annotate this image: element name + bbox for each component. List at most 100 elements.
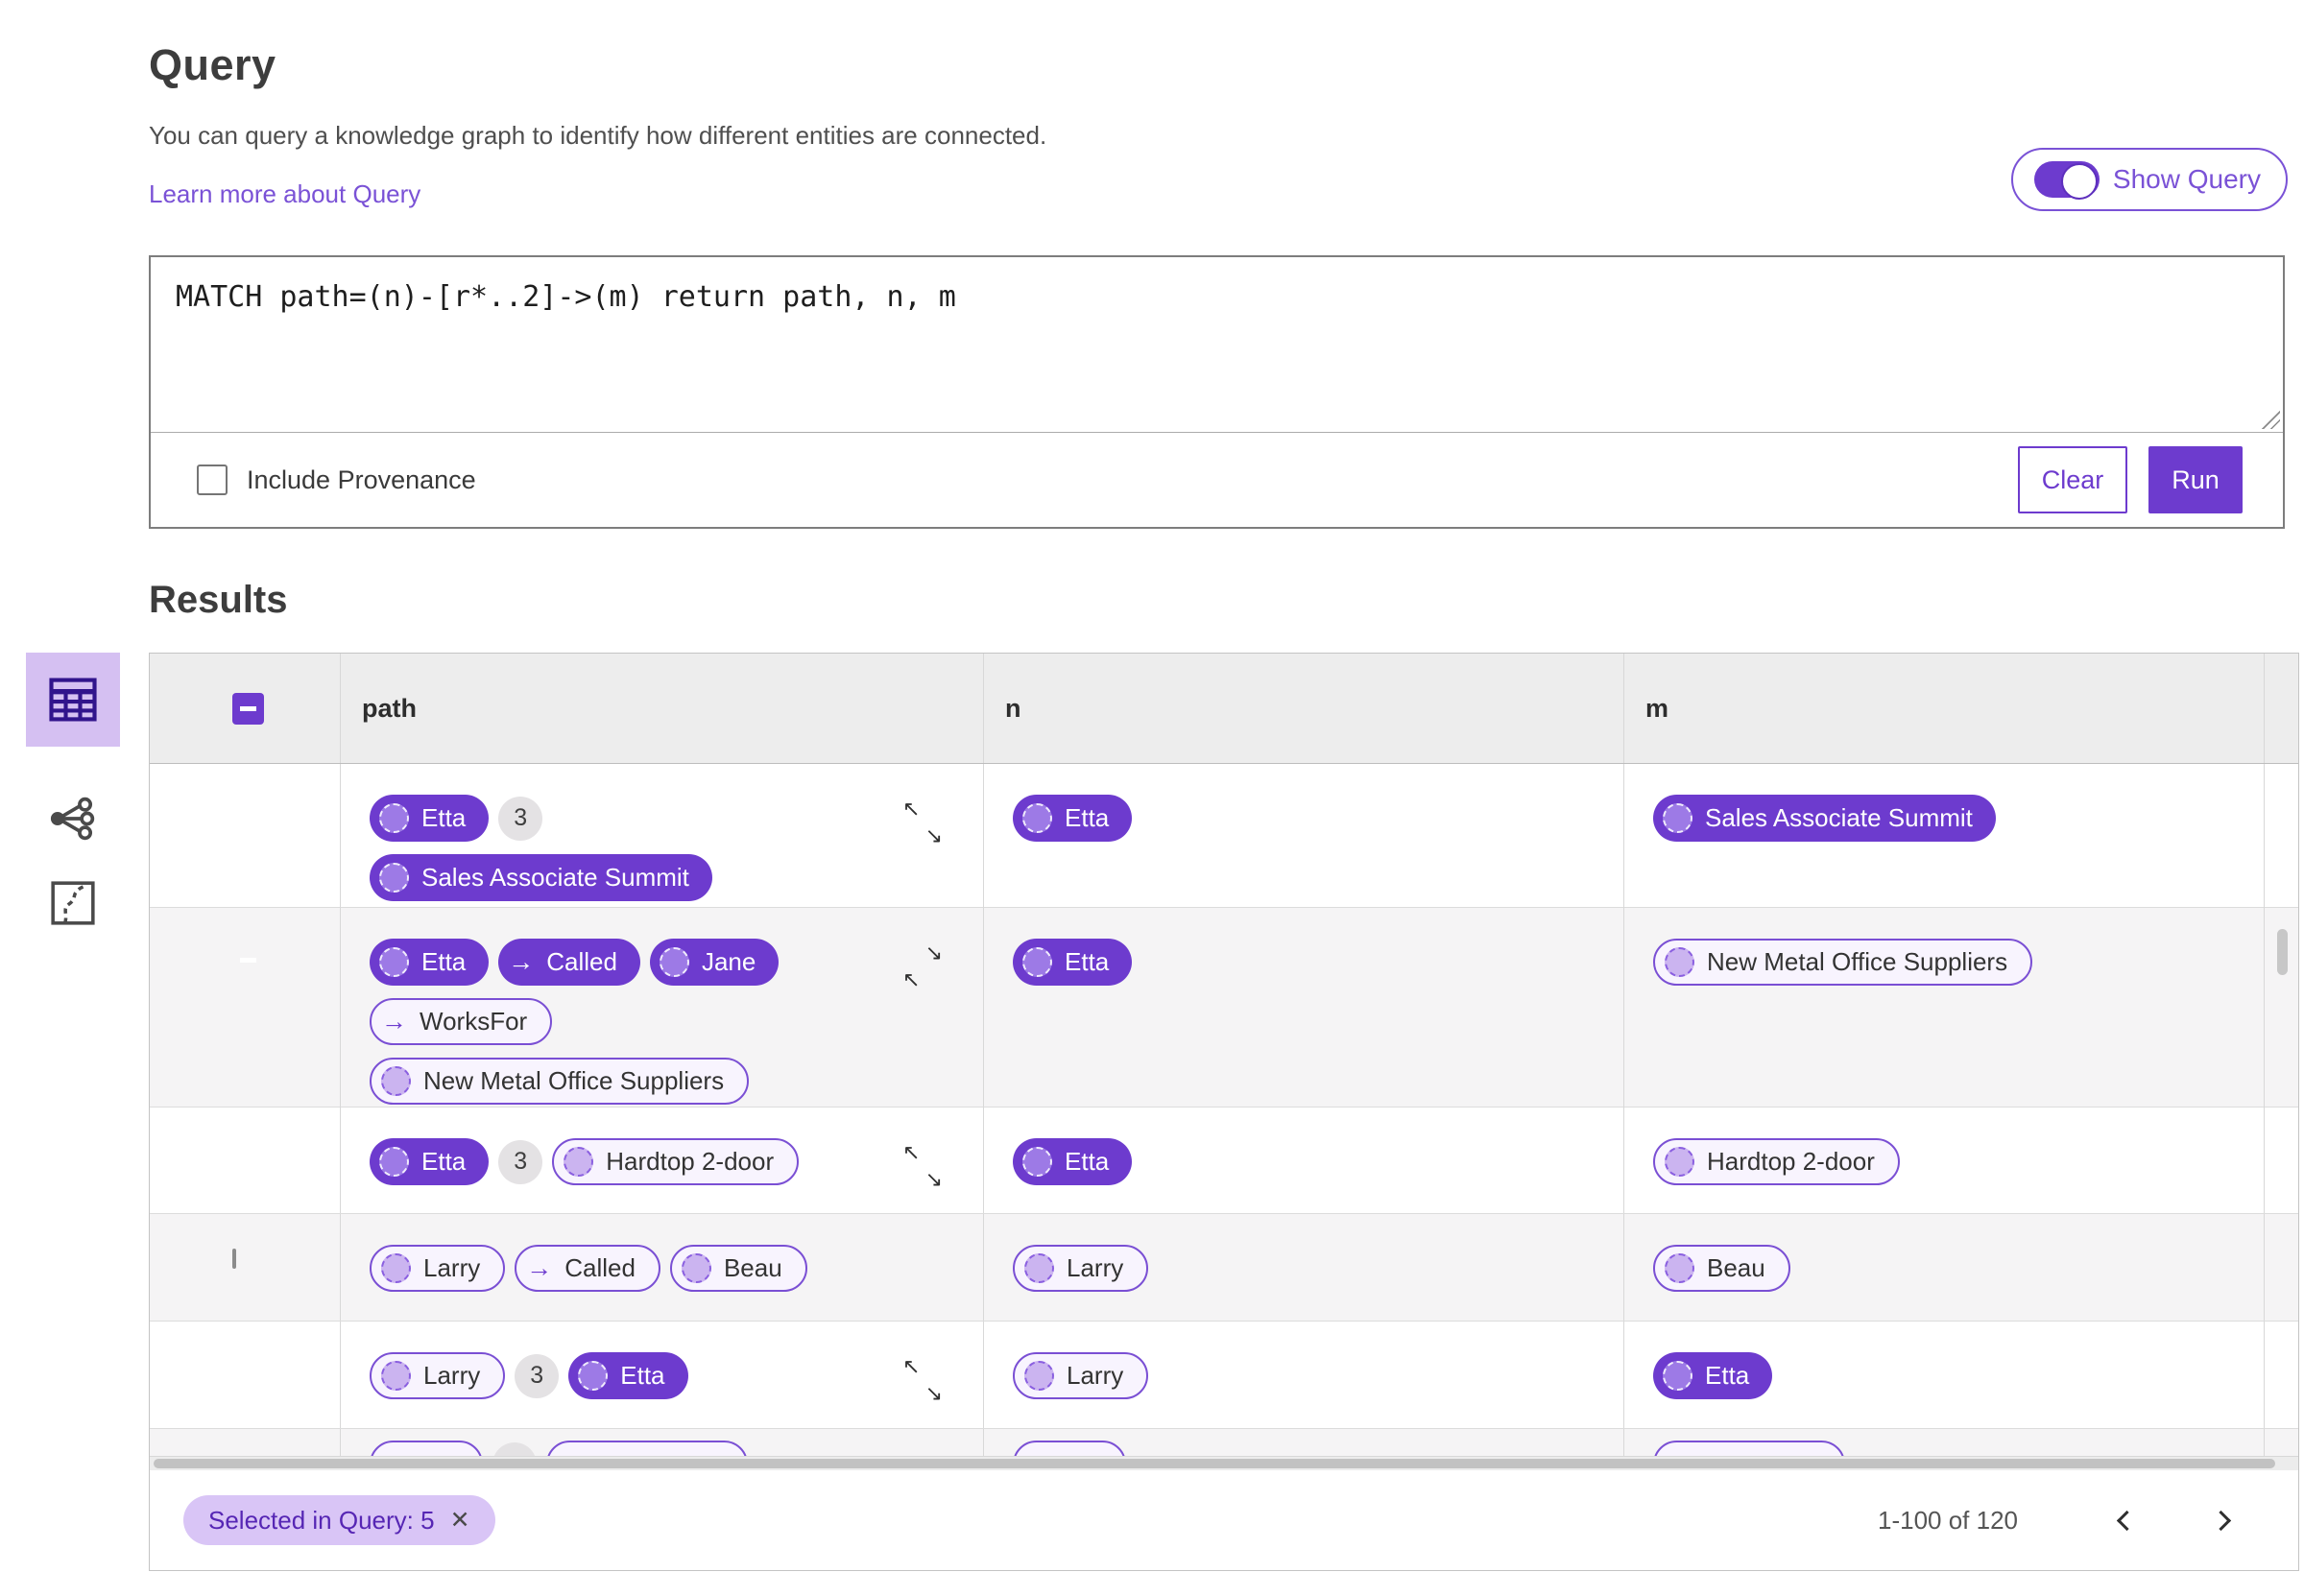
horizontal-scrollbar-thumb[interactable] [154,1459,2275,1468]
count-badge[interactable] [492,1441,537,1456]
node-pill[interactable]: Etta [370,939,490,986]
count-badge[interactable]: 3 [498,796,543,841]
node-circle-icon [1663,1361,1692,1391]
horizontal-scrollbar[interactable] [150,1456,2298,1470]
pill-label: Etta [620,1361,665,1390]
pill-line: Sales Associate Summit [1653,795,2264,842]
pill-line: Hardtop 2-door [1653,1138,2264,1185]
node-pill[interactable]: Larry [1013,1245,1149,1292]
query-input[interactable]: MATCH path=(n)-[r*..2]->(m) return path,… [151,257,2283,433]
pill-line [1653,1441,2264,1456]
expand-icon[interactable]: ↖ ↘ [902,798,947,846]
node-circle-icon [564,1147,594,1177]
node-pill[interactable]: New Metal Office Suppliers [370,1058,750,1105]
pill-label: Hardtop 2-door [1707,1147,1875,1176]
pill-label: Beau [1707,1253,1765,1282]
pill-label: Etta [421,947,467,976]
collapse-icon[interactable]: ↘ ↖ [902,942,947,990]
run-button[interactable]: Run [2148,446,2243,513]
resize-handle-icon[interactable] [2261,410,2280,429]
pill-label: Etta [1065,1147,1110,1176]
table-cell [984,1429,1624,1456]
node-pill[interactable]: Etta [1653,1352,1773,1399]
row-select-cell [150,908,341,1117]
expand-icon[interactable]: ↖ ↘ [902,1356,947,1404]
node-pill[interactable]: Larry [370,1245,506,1292]
include-provenance-checkbox[interactable] [197,465,228,495]
table-cell: Etta [984,1108,1624,1213]
node-pill[interactable] [546,1441,748,1456]
pill-label: Jane [701,947,756,976]
node-pill[interactable] [1013,1441,1126,1456]
node-pill[interactable]: Etta [1013,939,1133,986]
table-cell: Larry [984,1322,1624,1428]
edge-pill[interactable]: → Called [515,1245,660,1292]
chevron-left-icon [2116,1510,2137,1531]
scrollbar-gutter-cell [2265,764,2297,914]
table-row: Etta 3 Sales Associate Summit ↖ ↘ Etta Sales A… [150,764,2298,914]
results-table: path n m Etta 3 Sales Associate Summit ↖ ↘ Et… [149,653,2299,1571]
pill-label: New Metal Office Suppliers [1707,947,2008,976]
node-circle-icon [1665,1253,1694,1283]
show-query-toggle-button[interactable]: Show Query [2010,148,2288,211]
node-pill[interactable]: Sales Associate Summit [1653,795,1996,842]
table-cell: Sales Associate Summit [1624,764,2265,914]
table-cell: Larry [984,1214,1624,1321]
table-row: Larry 3 Etta ↖ ↘ Larry Etta [150,1322,2298,1429]
results-title: Results [149,579,288,621]
map-icon [51,881,95,925]
query-editor: MATCH path=(n)-[r*..2]->(m) return path,… [149,255,2285,529]
select-all-checkbox[interactable] [232,692,264,725]
node-pill[interactable]: Hardtop 2-door [1653,1138,1900,1185]
node-circle-icon [379,1147,409,1177]
pill-label: Larry [1067,1361,1124,1390]
column-header-m: m [1624,654,2265,763]
row-select-cell [150,1322,341,1428]
graph-view-button[interactable] [26,785,120,852]
table-cell: Etta [984,908,1624,1117]
node-pill[interactable] [1653,1441,1845,1456]
pill-line [370,1441,983,1456]
node-circle-icon [379,803,409,833]
scrollbar-gutter-cell [2265,1322,2297,1428]
node-pill[interactable]: Etta [568,1352,688,1399]
edge-pill[interactable]: → Called [498,939,640,986]
clear-button[interactable]: Clear [2018,446,2127,513]
node-pill[interactable]: New Metal Office Suppliers [1653,939,2033,986]
node-pill[interactable]: Hardtop 2-door [552,1138,800,1185]
node-pill[interactable]: Larry [370,1352,506,1399]
node-circle-icon [381,1361,411,1391]
count-badge[interactable]: 3 [515,1353,560,1398]
chip-close-icon[interactable]: ✕ [450,1506,470,1535]
node-pill[interactable]: Jane [649,939,780,986]
edge-pill[interactable]: → WorksFor [370,998,553,1045]
node-pill[interactable] [370,1441,483,1456]
learn-more-link[interactable]: Learn more about Query [149,179,420,209]
previous-page-button[interactable] [2102,1499,2145,1541]
pill-label: Called [564,1253,636,1282]
view-switcher-rail [26,653,120,937]
table-view-button[interactable] [26,653,120,747]
node-pill[interactable]: Beau [1653,1245,1790,1292]
table-cell: New Metal Office Suppliers [1624,908,2265,1117]
node-pill[interactable]: Etta [370,1138,490,1185]
node-pill[interactable]: Sales Associate Summit [370,854,712,901]
query-page: Query You can query a knowledge graph to… [0,0,2304,1596]
pill-label: WorksFor [420,1007,528,1036]
node-pill[interactable]: Beau [669,1245,807,1292]
node-pill[interactable]: Larry [1013,1352,1149,1399]
node-pill[interactable]: Etta [370,795,490,842]
vertical-scrollbar-thumb[interactable] [2277,929,2288,975]
toggle-switch-icon[interactable] [2033,161,2100,200]
expand-icon[interactable]: ↖ ↘ [902,1142,947,1190]
node-pill[interactable]: Etta [1013,795,1133,842]
row-checkbox[interactable] [232,1249,236,1269]
next-page-button[interactable] [2202,1499,2244,1541]
node-pill[interactable]: Etta [1013,1138,1133,1185]
count-badge[interactable]: 3 [498,1139,543,1184]
graph-icon [50,797,95,841]
node-circle-icon [659,947,689,977]
table-header-row: path n m [150,654,2298,764]
pill-label: Etta [421,803,467,832]
map-view-button[interactable] [26,869,120,937]
